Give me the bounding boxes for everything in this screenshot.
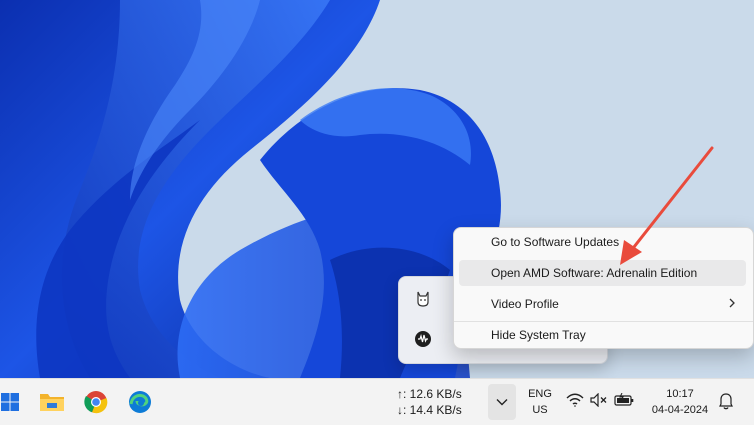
notification-bell-icon[interactable]	[719, 392, 737, 412]
chevron-down-icon	[496, 393, 508, 411]
network-speed-monitor: ↑: 12.6 KB/s ↓: 14.4 KB/s	[397, 386, 462, 418]
speaker-muted-icon	[590, 392, 608, 412]
edge-icon[interactable]	[124, 387, 156, 417]
file-explorer-icon[interactable]	[36, 387, 68, 417]
taskbar: ↑: 12.6 KB/s ↓: 14.4 KB/s ENG US 10:17 0…	[0, 378, 754, 425]
clock-date: 04-04-2024	[651, 404, 709, 416]
annotation-arrow	[620, 146, 714, 265]
show-hidden-icons-button[interactable]	[488, 384, 516, 420]
menu-item-label: Hide System Tray	[491, 328, 586, 342]
wifi-icon	[566, 393, 584, 412]
audio-waveform-icon[interactable]	[411, 327, 435, 351]
language-indicator[interactable]: ENG US	[524, 386, 556, 418]
quick-settings-area[interactable]	[566, 392, 634, 412]
clock[interactable]: 10:17 04-04-2024	[648, 386, 712, 418]
battery-icon	[614, 392, 634, 412]
upload-speed: ↑: 12.6 KB/s	[397, 387, 462, 401]
chrome-icon[interactable]	[80, 387, 112, 417]
language-code: ENG	[528, 388, 552, 400]
menu-item-hide-system-tray[interactable]: Hide System Tray	[459, 322, 746, 348]
region-code: US	[532, 404, 548, 416]
menu-item-label: Video Profile	[491, 297, 559, 311]
windows-start-icon[interactable]	[0, 388, 20, 416]
cat-app-icon[interactable]	[411, 287, 435, 311]
chevron-right-icon	[728, 297, 736, 312]
menu-item-video-profile[interactable]: Video Profile	[459, 291, 746, 317]
download-speed: ↓: 14.4 KB/s	[397, 403, 462, 417]
clock-time: 10:17	[666, 388, 694, 400]
